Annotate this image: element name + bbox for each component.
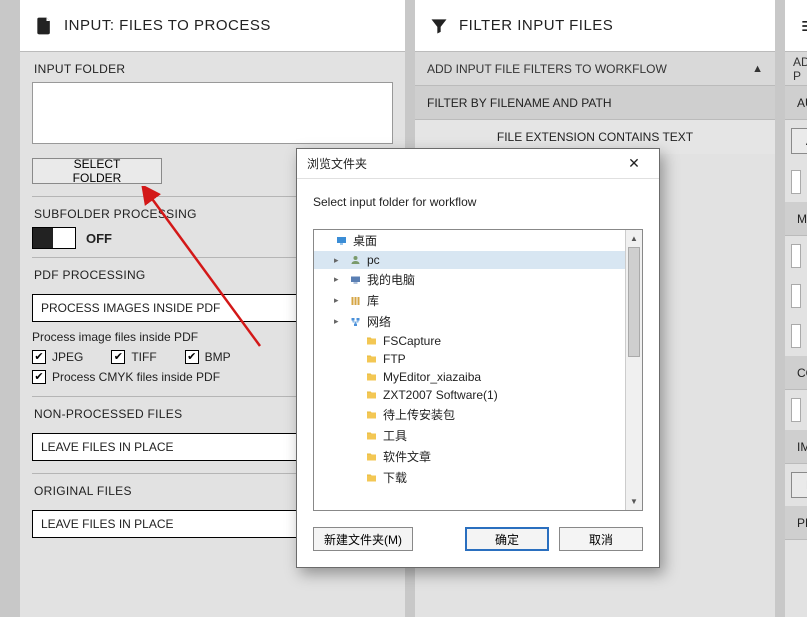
libs-icon xyxy=(348,295,363,307)
tree-item-label: 工具 xyxy=(383,427,407,444)
scroll-thumb[interactable] xyxy=(628,247,640,357)
cancel-button[interactable]: 取消 xyxy=(559,527,643,551)
tree-item[interactable]: FSCapture xyxy=(314,332,625,350)
tree-item[interactable]: 软件文章 xyxy=(314,446,625,467)
new-folder-button[interactable]: 新建文件夹(M) xyxy=(313,527,413,551)
tree-item-label: 下载 xyxy=(383,469,407,486)
folder-icon xyxy=(364,430,379,442)
desktop-icon xyxy=(334,235,349,247)
filter-by-filename[interactable]: FILTER BY FILENAME AND PATH xyxy=(415,86,775,120)
right-aut-button[interactable]: AUT xyxy=(791,128,807,154)
panel-filter-title: FILTER INPUT FILES xyxy=(459,17,613,34)
right-auto[interactable]: AUTO xyxy=(785,86,807,120)
tree-item-label: 桌面 xyxy=(353,232,377,249)
dialog-title: 浏览文件夹 xyxy=(307,155,367,172)
subfolder-toggle-state: OFF xyxy=(86,231,112,246)
funnel-icon xyxy=(429,16,449,36)
right-imag[interactable]: IMAG xyxy=(785,430,807,464)
right-field-5[interactable] xyxy=(791,398,801,422)
right-field-2[interactable] xyxy=(791,244,801,268)
tree-scrollbar[interactable]: ▲ ▼ xyxy=(625,230,642,510)
folder-icon xyxy=(364,389,379,401)
expand-arrow-icon: ▸ xyxy=(334,255,344,266)
checkbox-jpeg[interactable]: JPEG xyxy=(32,350,83,364)
tree-item[interactable]: ▸ pc xyxy=(314,251,625,269)
user-icon xyxy=(348,254,363,266)
panel-right: ADD P AUTO AUT MANU COLO IMAG RES PHOT xyxy=(785,0,807,617)
files-icon xyxy=(34,16,54,36)
panel-filter-header: FILTER INPUT FILES xyxy=(415,0,775,52)
tree-item[interactable]: ▸ 我的电脑 xyxy=(314,269,625,290)
browse-folder-dialog: 浏览文件夹 ✕ Select input folder for workflow… xyxy=(296,148,660,568)
tree-item-label: ZXT2007 Software(1) xyxy=(383,388,498,402)
right-colo[interactable]: COLO xyxy=(785,356,807,390)
tree-item[interactable]: ▸库 xyxy=(314,290,625,311)
computer-icon xyxy=(348,274,363,286)
expand-arrow-icon: ▸ xyxy=(334,316,344,327)
tree-item[interactable]: 待上传安装包 xyxy=(314,404,625,425)
checkbox-tiff[interactable]: TIFF xyxy=(111,350,156,364)
tree-item-label: 库 xyxy=(367,292,379,309)
pdf-select-value: PROCESS IMAGES INSIDE PDF xyxy=(41,301,220,315)
input-folder-label: INPUT FOLDER xyxy=(32,52,393,82)
tree-item-label: MyEditor_xiazaiba xyxy=(383,370,481,384)
tree-item[interactable]: FTP xyxy=(314,350,625,368)
folder-icon xyxy=(364,409,379,421)
collapse-icon: ▲ xyxy=(752,63,763,75)
tree-item-label: FSCapture xyxy=(383,334,441,348)
tree-item-label: 待上传安装包 xyxy=(383,406,455,423)
folder-icon xyxy=(364,353,379,365)
folder-tree[interactable]: 桌面▸pc▸我的电脑▸库▸网络FSCaptureFTPMyEditor_xiaz… xyxy=(314,230,625,510)
expand-arrow-icon: ▸ xyxy=(334,295,344,306)
sliders-icon xyxy=(799,16,807,36)
right-field-3[interactable] xyxy=(791,284,801,308)
expand-arrow-icon: ▸ xyxy=(334,274,344,285)
right-phot[interactable]: PHOT xyxy=(785,506,807,540)
select-folder-button[interactable]: SELECT FOLDER xyxy=(32,158,162,184)
panel-input-header: INPUT: FILES TO PROCESS xyxy=(20,0,405,52)
right-field-1[interactable] xyxy=(791,170,801,194)
tree-item[interactable]: 桌面 xyxy=(314,230,625,251)
tree-item[interactable]: 下载 xyxy=(314,467,625,488)
panel-right-header xyxy=(785,0,807,52)
tree-item-label: 我的电脑 xyxy=(367,271,415,288)
right-field-4[interactable] xyxy=(791,324,801,348)
ok-button[interactable]: 确定 xyxy=(465,527,549,551)
right-add[interactable]: ADD P xyxy=(785,52,807,86)
dialog-close-button[interactable]: ✕ xyxy=(619,149,649,179)
right-manu[interactable]: MANU xyxy=(785,202,807,236)
right-res-button[interactable]: RES xyxy=(791,472,807,498)
tree-item-label: pc xyxy=(367,253,380,267)
tree-item[interactable]: ▸ 网络 xyxy=(314,311,625,332)
folder-icon xyxy=(364,472,379,484)
dialog-message: Select input folder for workflow xyxy=(297,179,659,213)
tree-item-label: FTP xyxy=(383,352,406,366)
folder-icon xyxy=(364,371,379,383)
checkbox-bmp[interactable]: BMP xyxy=(185,350,231,364)
filter-add-row[interactable]: ADD INPUT FILE FILTERS TO WORKFLOW ▲ xyxy=(415,52,775,86)
tree-item[interactable]: ZXT2007 Software(1) xyxy=(314,386,625,404)
tree-item-label: 软件文章 xyxy=(383,448,431,465)
tree-item[interactable]: 工具 xyxy=(314,425,625,446)
folder-icon xyxy=(364,451,379,463)
tree-item-label: 网络 xyxy=(367,313,391,330)
tree-item[interactable]: MyEditor_xiazaiba xyxy=(314,368,625,386)
scroll-up-icon[interactable]: ▲ xyxy=(626,230,642,247)
folder-icon xyxy=(364,335,379,347)
panel-input-title: INPUT: FILES TO PROCESS xyxy=(64,17,271,34)
network-icon xyxy=(348,316,363,328)
scroll-down-icon[interactable]: ▼ xyxy=(626,493,642,510)
input-folder-textbox[interactable] xyxy=(32,82,393,144)
